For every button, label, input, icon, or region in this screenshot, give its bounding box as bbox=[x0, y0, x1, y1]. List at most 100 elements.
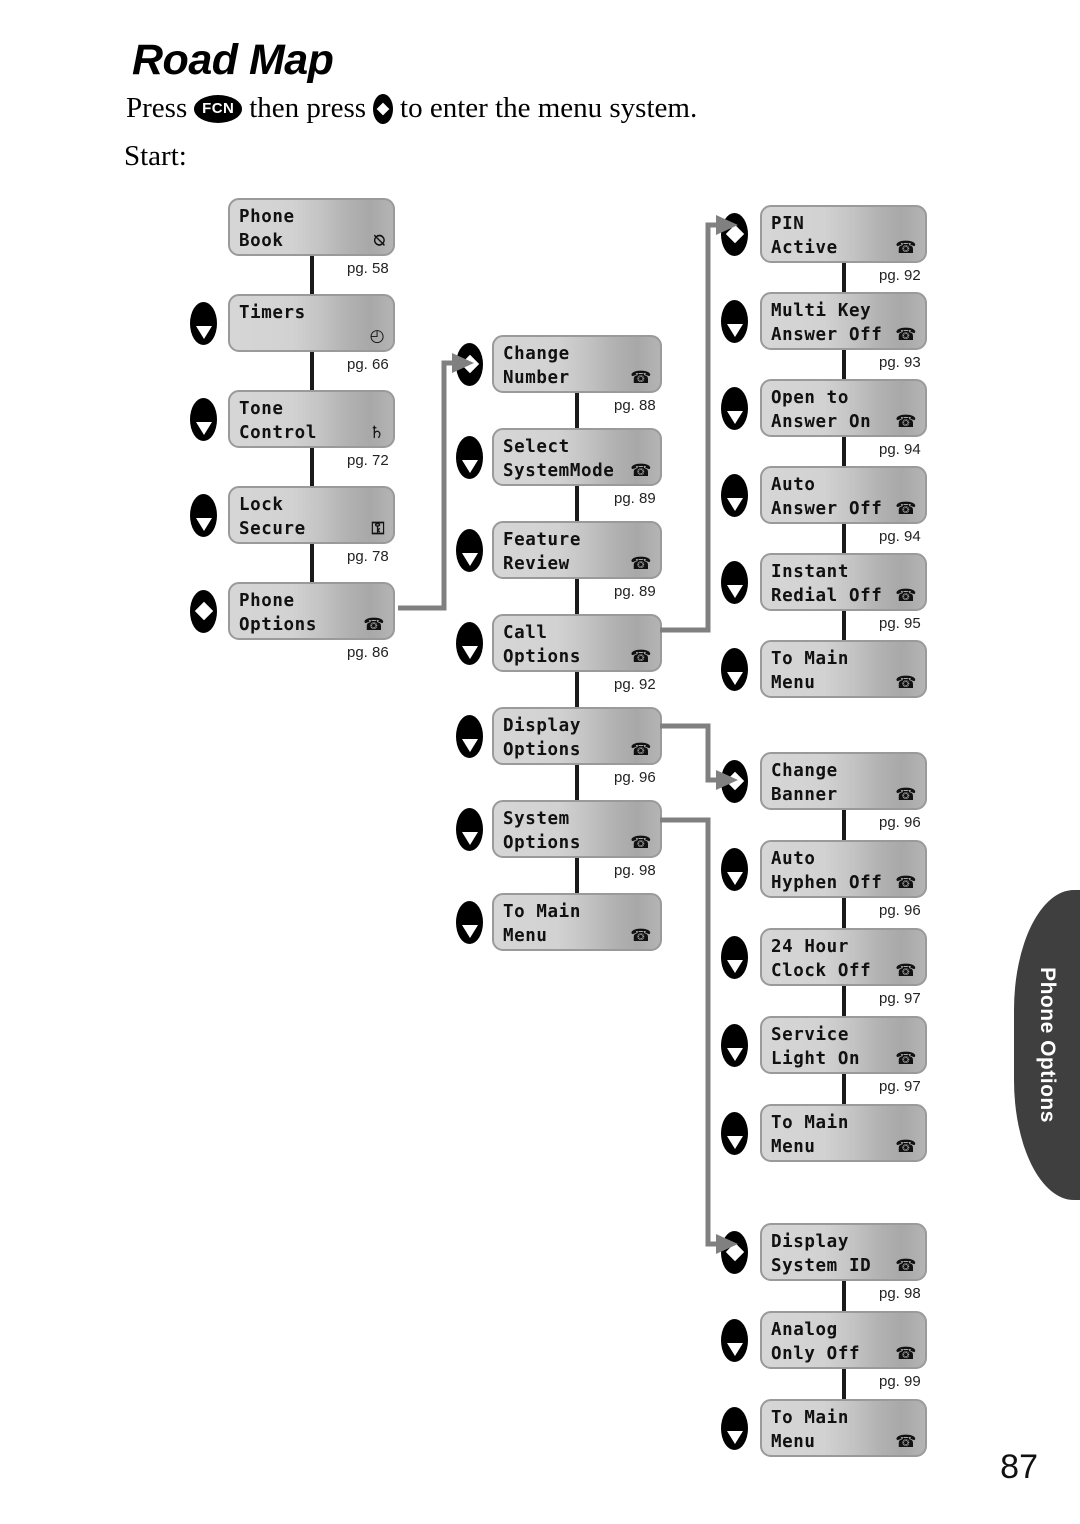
menu-screen-item[interactable]: Change Number ☎ bbox=[492, 335, 662, 393]
phone-icon: ☎ bbox=[895, 873, 917, 893]
scroll-down-key-button[interactable] bbox=[721, 473, 748, 517]
scroll-down-key-button[interactable] bbox=[190, 493, 217, 537]
menu-item-line2: Control bbox=[239, 423, 317, 443]
menu-screen-item[interactable]: To Main Menu ☎ bbox=[760, 1399, 927, 1457]
menu-screen-item[interactable]: Feature Review ☎ bbox=[492, 521, 662, 579]
menu-screen-item[interactable]: 24 Hour Clock Off ☎ bbox=[760, 928, 927, 986]
menu-item-line2: Review bbox=[503, 554, 570, 574]
bell-icon: ♄ bbox=[369, 423, 385, 443]
select-key-button[interactable] bbox=[721, 212, 748, 256]
menu-item-line2: SystemMode bbox=[503, 461, 615, 481]
connector-phone-options-to-change-number bbox=[388, 350, 478, 615]
phone-icon: ☎ bbox=[630, 368, 652, 388]
select-key-button[interactable] bbox=[721, 1230, 748, 1274]
menu-screen-item[interactable]: Open to Answer On ☎ bbox=[760, 379, 927, 437]
phone-icon: ☎ bbox=[895, 673, 917, 693]
connector-line bbox=[575, 858, 579, 893]
menu-screen-item[interactable]: Auto Answer Off ☎ bbox=[760, 466, 927, 524]
scroll-down-key-button[interactable] bbox=[721, 847, 748, 891]
menu-screen-item[interactable]: Multi Key Answer Off ☎ bbox=[760, 292, 927, 350]
page-reference: pg. 72 bbox=[347, 452, 389, 469]
menu-item-line2: Clock Off bbox=[771, 961, 872, 981]
scroll-down-key-button[interactable] bbox=[456, 714, 483, 758]
connector-line bbox=[309, 352, 314, 390]
menu-item-line2: Banner bbox=[771, 785, 838, 805]
menu-item-line2: Number bbox=[503, 368, 570, 388]
scroll-down-key-button[interactable] bbox=[721, 935, 748, 979]
menu-screen-item[interactable]: Call Options ☎ bbox=[492, 614, 662, 672]
menu-item-line1: Phone bbox=[239, 591, 295, 611]
menu-item-line2: Active bbox=[771, 238, 838, 258]
instruction-then-press-label: then press bbox=[249, 92, 367, 124]
menu-screen-item[interactable]: Display Options ☎ bbox=[492, 707, 662, 765]
menu-screen-item[interactable]: PIN Active ☎ bbox=[760, 205, 927, 263]
select-key-button[interactable] bbox=[721, 759, 748, 803]
menu-screen-item[interactable]: Phone Book ⍉ bbox=[228, 198, 395, 256]
scroll-down-key-button[interactable] bbox=[721, 647, 748, 691]
menu-item-line2: Only Off bbox=[771, 1344, 861, 1364]
scroll-down-key-button[interactable] bbox=[721, 1023, 748, 1067]
menu-screen-item[interactable]: System Options ☎ bbox=[492, 800, 662, 858]
connector-line bbox=[309, 256, 314, 294]
select-key-button[interactable] bbox=[190, 589, 217, 633]
connector-line bbox=[841, 350, 846, 379]
menu-screen-item[interactable]: Tone Control ♄ bbox=[228, 390, 395, 448]
scroll-down-key-button[interactable] bbox=[190, 301, 217, 345]
lock-icon: ⚿ bbox=[371, 519, 385, 539]
menu-item-line2: Answer Off bbox=[771, 499, 883, 519]
scroll-down-key-button[interactable] bbox=[456, 435, 483, 479]
menu-item-line2: Menu bbox=[771, 1432, 816, 1452]
menu-item-line2: Options bbox=[503, 647, 581, 667]
menu-screen-item[interactable]: Change Banner ☎ bbox=[760, 752, 927, 810]
menu-screen-item[interactable]: Analog Only Off ☎ bbox=[760, 1311, 927, 1369]
scroll-down-key-button[interactable] bbox=[456, 900, 483, 944]
menu-item-line1: To Main bbox=[771, 1408, 849, 1428]
menu-screen-item[interactable]: To Main Menu ☎ bbox=[492, 893, 662, 951]
menu-screen-item[interactable]: Display System ID ☎ bbox=[760, 1223, 927, 1281]
menu-screen-item[interactable]: Lock Secure ⚿ bbox=[228, 486, 395, 544]
menu-screen-item[interactable]: Instant Redial Off ☎ bbox=[760, 553, 927, 611]
menu-item-line1: Open to bbox=[771, 388, 849, 408]
menu-screen-item[interactable]: Phone Options ☎ bbox=[228, 582, 395, 640]
start-label: Start: bbox=[124, 140, 187, 172]
phone-icon: ☎ bbox=[895, 238, 917, 258]
scroll-down-key-button[interactable] bbox=[456, 807, 483, 851]
scroll-down-key-button[interactable] bbox=[190, 397, 217, 441]
menu-screen-item[interactable]: Select SystemMode ☎ bbox=[492, 428, 662, 486]
scroll-down-key-button[interactable] bbox=[721, 1111, 748, 1155]
menu-screen-item[interactable]: To Main Menu ☎ bbox=[760, 640, 927, 698]
connector-line bbox=[841, 1281, 846, 1311]
menu-item-line2: Options bbox=[239, 615, 317, 635]
phone-icon: ☎ bbox=[895, 325, 917, 345]
page-reference: pg. 89 bbox=[614, 490, 656, 507]
page-reference: pg. 96 bbox=[879, 814, 921, 831]
scroll-down-key-button[interactable] bbox=[721, 299, 748, 343]
menu-screen-item[interactable]: Auto Hyphen Off ☎ bbox=[760, 840, 927, 898]
scroll-down-key-button[interactable] bbox=[456, 528, 483, 572]
scroll-down-key-button[interactable] bbox=[456, 621, 483, 665]
scroll-down-key-button[interactable] bbox=[721, 560, 748, 604]
instruction-press-label: Press bbox=[126, 92, 188, 124]
menu-screen-item[interactable]: To Main Menu ☎ bbox=[760, 1104, 927, 1162]
menu-screen-item[interactable]: Service Light On ☎ bbox=[760, 1016, 927, 1074]
connector-line bbox=[575, 672, 579, 707]
scroll-down-key-button[interactable] bbox=[721, 1406, 748, 1450]
select-key-icon bbox=[373, 93, 394, 124]
page-reference: pg. 96 bbox=[879, 902, 921, 919]
scroll-down-key-button[interactable] bbox=[721, 386, 748, 430]
menu-item-line1: Feature bbox=[503, 530, 581, 550]
menu-item-line1: To Main bbox=[503, 902, 581, 922]
select-key-button[interactable] bbox=[456, 342, 483, 386]
phone-icon: ☎ bbox=[630, 461, 652, 481]
menu-item-line1: Instant bbox=[771, 562, 849, 582]
page-title: Road Map bbox=[132, 36, 334, 84]
scroll-down-key-button[interactable] bbox=[721, 1318, 748, 1362]
menu-screen-item[interactable]: Timers ◴ bbox=[228, 294, 395, 352]
page-reference: pg. 66 bbox=[347, 356, 389, 373]
connector-line bbox=[575, 393, 579, 428]
menu-item-line1: Service bbox=[771, 1025, 849, 1045]
page-reference: pg. 92 bbox=[879, 267, 921, 284]
phone-icon: ☎ bbox=[895, 1344, 917, 1364]
menu-item-line2: Options bbox=[503, 833, 581, 853]
clock-icon: ◴ bbox=[369, 326, 385, 346]
